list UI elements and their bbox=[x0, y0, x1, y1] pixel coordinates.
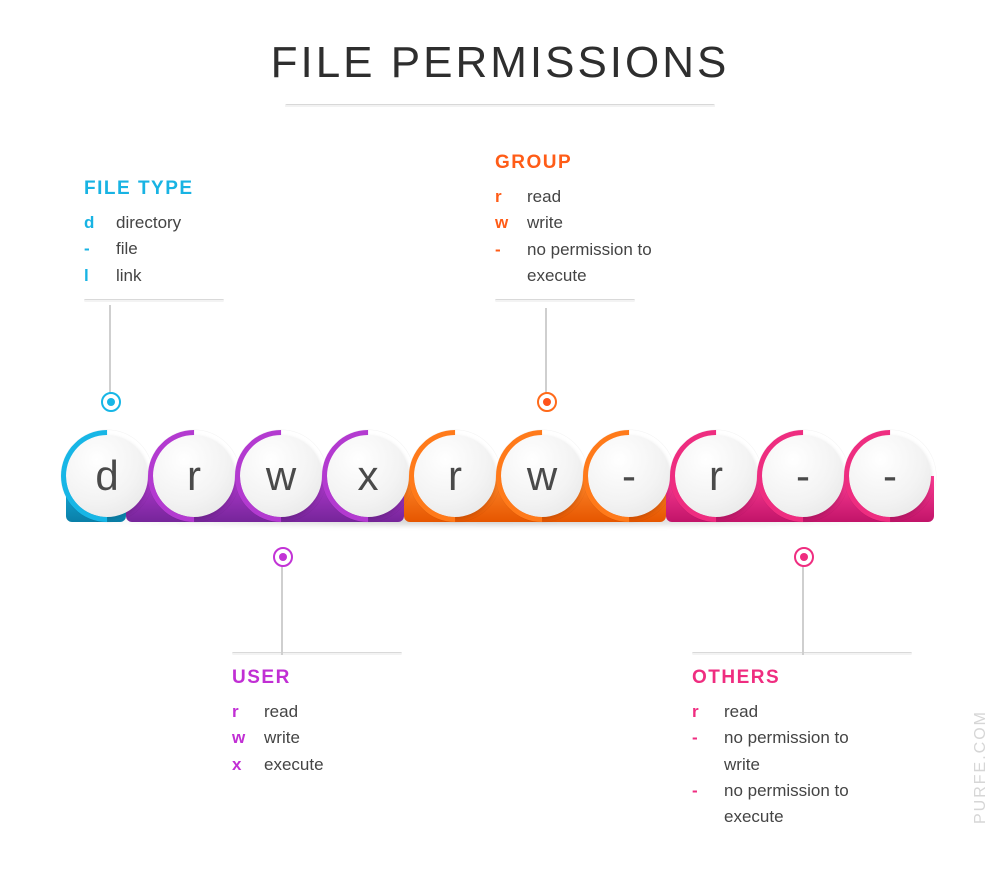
perm-char: d bbox=[95, 452, 118, 500]
user-sym: w bbox=[232, 725, 250, 751]
user-sym: x bbox=[232, 752, 250, 778]
others-label: no permission to execute bbox=[724, 778, 874, 831]
perm-circle: x bbox=[327, 435, 409, 517]
callout-user: USER r read w write x execute bbox=[232, 652, 432, 778]
page-title: FILE PERMISSIONS bbox=[0, 38, 1000, 88]
user-item: x execute bbox=[232, 752, 432, 778]
perm-char: w bbox=[266, 452, 296, 500]
perm-char: r bbox=[187, 452, 201, 500]
callout-rule bbox=[232, 652, 402, 655]
permission-row: d r w x r w - r - - bbox=[66, 430, 934, 522]
group-item: w write bbox=[495, 210, 725, 236]
perm-circle: r bbox=[153, 435, 235, 517]
leader-line bbox=[545, 308, 547, 395]
perm-char: - bbox=[796, 452, 810, 500]
user-sym: r bbox=[232, 699, 250, 725]
perm-circle: d bbox=[66, 435, 148, 517]
filetype-item: d directory bbox=[84, 210, 264, 236]
filetype-label: link bbox=[116, 263, 142, 289]
perm-char: r bbox=[709, 452, 723, 500]
others-item: - no permission to execute bbox=[692, 778, 942, 831]
perm-circle: - bbox=[849, 435, 931, 517]
callout-others: OTHERS r read - no permission to write -… bbox=[692, 652, 942, 831]
user-label: write bbox=[264, 725, 300, 751]
filetype-label: file bbox=[116, 236, 138, 262]
others-sym: r bbox=[692, 699, 710, 725]
group-label: write bbox=[527, 210, 563, 236]
others-sym: - bbox=[692, 778, 710, 831]
perm-circle: w bbox=[501, 435, 583, 517]
perm-circle: r bbox=[414, 435, 496, 517]
perm-char: x bbox=[358, 452, 379, 500]
perm-char: r bbox=[448, 452, 462, 500]
leader-dot-icon bbox=[794, 547, 814, 567]
filetype-sym: - bbox=[84, 236, 102, 262]
leader-dot-icon bbox=[273, 547, 293, 567]
others-label: no permission to write bbox=[724, 725, 874, 778]
callout-rule bbox=[84, 299, 224, 302]
callout-group: GROUP r read w write - no permission to … bbox=[495, 152, 725, 302]
others-item: r read bbox=[692, 699, 942, 725]
others-item: - no permission to write bbox=[692, 725, 942, 778]
perm-circle: r bbox=[675, 435, 757, 517]
user-heading: USER bbox=[232, 667, 432, 689]
others-sym: - bbox=[692, 725, 710, 778]
leader-line bbox=[281, 565, 283, 655]
perm-char: - bbox=[622, 452, 636, 500]
leader-dot-icon bbox=[101, 392, 121, 412]
watermark: PURFE.COM bbox=[972, 710, 990, 824]
leader-line bbox=[802, 565, 804, 655]
leader-dot-icon bbox=[537, 392, 557, 412]
user-label: execute bbox=[264, 752, 324, 778]
filetype-sym: d bbox=[84, 210, 102, 236]
group-item: - no permission to execute bbox=[495, 237, 725, 290]
user-item: w write bbox=[232, 725, 432, 751]
title-underline bbox=[285, 104, 715, 108]
group-heading: GROUP bbox=[495, 152, 725, 174]
perm-circle: w bbox=[240, 435, 322, 517]
perm-circle: - bbox=[588, 435, 670, 517]
group-sym: r bbox=[495, 184, 513, 210]
filetype-sym: l bbox=[84, 263, 102, 289]
perm-char: w bbox=[527, 452, 557, 500]
others-heading: OTHERS bbox=[692, 667, 942, 689]
group-sym: w bbox=[495, 210, 513, 236]
perm-char: - bbox=[883, 452, 897, 500]
group-label: no permission to execute bbox=[527, 237, 667, 290]
filetype-item: - file bbox=[84, 236, 264, 262]
group-label: read bbox=[527, 184, 561, 210]
filetype-item: l link bbox=[84, 263, 264, 289]
leader-line bbox=[109, 305, 111, 395]
group-sym: - bbox=[495, 237, 513, 290]
perm-circle: - bbox=[762, 435, 844, 517]
group-item: r read bbox=[495, 184, 725, 210]
filetype-heading: FILE TYPE bbox=[84, 178, 264, 200]
others-label: read bbox=[724, 699, 758, 725]
user-item: r read bbox=[232, 699, 432, 725]
user-label: read bbox=[264, 699, 298, 725]
callout-filetype: FILE TYPE d directory - file l link bbox=[84, 178, 264, 302]
filetype-label: directory bbox=[116, 210, 181, 236]
callout-rule bbox=[495, 299, 635, 302]
